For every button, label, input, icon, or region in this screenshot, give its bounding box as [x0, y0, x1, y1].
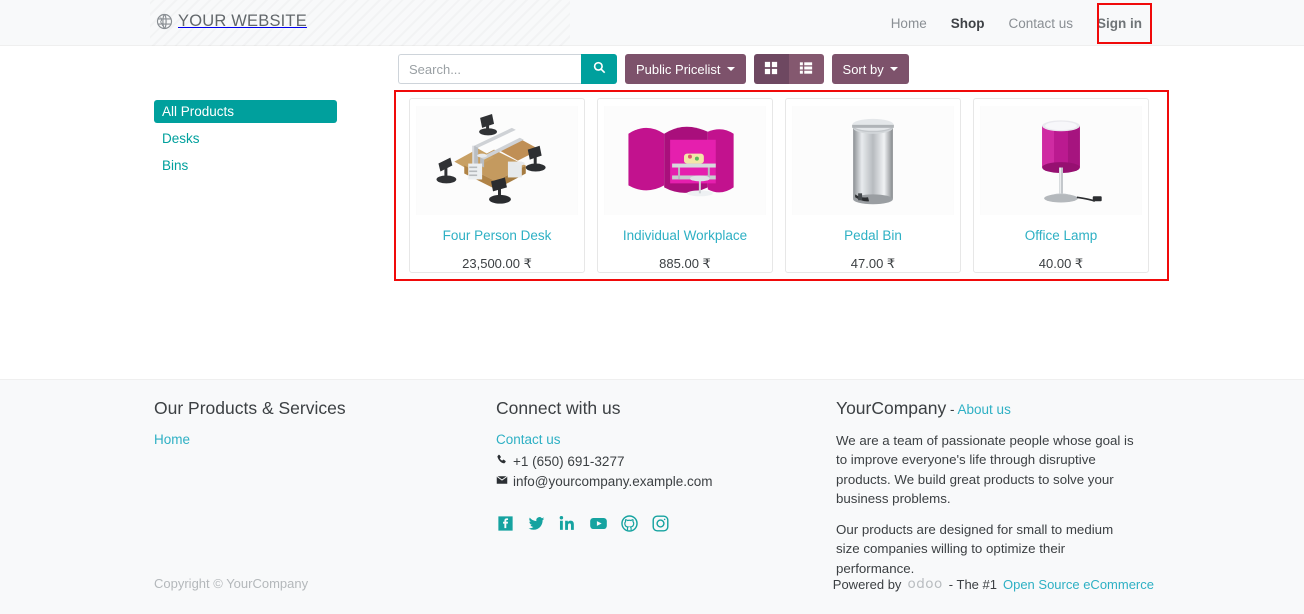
- footer-link-contact-us[interactable]: Contact us: [496, 432, 561, 447]
- twitter-icon[interactable]: [527, 514, 546, 533]
- footer-heading: Our Products & Services: [154, 398, 496, 419]
- company-name: YourCompany: [836, 398, 946, 418]
- phone-number: +1 (650) 691-3277: [513, 454, 624, 469]
- company-heading-row: YourCompany - About us: [836, 398, 1154, 419]
- instagram-icon[interactable]: [651, 514, 670, 533]
- pricelist-dropdown-button[interactable]: Public Pricelist: [625, 54, 746, 84]
- product-price: 23,500.00 ₹: [462, 256, 532, 272]
- product-name[interactable]: Office Lamp: [1025, 229, 1098, 244]
- powered-by-middle: - The #1: [949, 577, 997, 592]
- product-card[interactable]: Office Lamp 40.00 ₹: [973, 98, 1149, 273]
- search-form: [398, 54, 617, 84]
- phone-icon: [496, 454, 508, 469]
- category-sidebar: All Products Desks Bins: [154, 100, 337, 181]
- youtube-icon[interactable]: [589, 514, 608, 533]
- facebook-icon[interactable]: [496, 514, 515, 533]
- nav-item-sign-in[interactable]: Sign in: [1085, 10, 1154, 37]
- search-submit-button[interactable]: [581, 54, 617, 84]
- globe-icon: [156, 13, 173, 30]
- footer-phone: +1 (650) 691-3277: [496, 454, 836, 469]
- brand-name: YOUR WEBSITE: [178, 12, 307, 31]
- nav-item-contact-us[interactable]: Contact us: [996, 10, 1085, 37]
- open-source-ecommerce-link[interactable]: Open Source eCommerce: [1003, 577, 1154, 592]
- product-name[interactable]: Individual Workplace: [623, 229, 747, 244]
- company-dash: -: [946, 402, 957, 417]
- odoo-logo: odoo: [907, 576, 942, 592]
- footer-link-about-us[interactable]: About us: [958, 402, 1011, 417]
- product-price: 885.00 ₹: [659, 256, 711, 272]
- sort-by-label: Sort by: [843, 62, 884, 77]
- linkedin-icon[interactable]: [558, 514, 577, 533]
- chevron-down-icon: [727, 67, 735, 71]
- individual-workplace-image: [604, 106, 766, 215]
- product-price: 47.00 ₹: [851, 256, 895, 272]
- view-mode-toggle-group: [754, 54, 824, 84]
- search-input[interactable]: [398, 54, 581, 84]
- nav-item-shop[interactable]: Shop: [939, 10, 997, 37]
- envelope-icon: [496, 474, 508, 489]
- social-links: [496, 514, 836, 533]
- brand-logo[interactable]: YOUR WEBSITE: [156, 12, 307, 31]
- site-header: YOUR WEBSITE Home Shop Contact us Sign i…: [0, 0, 1304, 46]
- page-root: YOUR WEBSITE Home Shop Contact us Sign i…: [0, 0, 1304, 614]
- copyright-text: Copyright © YourCompany: [154, 576, 308, 591]
- list-view-button[interactable]: [789, 54, 824, 84]
- product-name[interactable]: Pedal Bin: [844, 229, 902, 244]
- powered-by: Powered by odoo - The #1 Open Source eCo…: [833, 576, 1154, 592]
- grid-view-button[interactable]: [754, 54, 789, 84]
- footer-columns: Our Products & Services Home Connect wit…: [154, 398, 1154, 578]
- footer-heading: Connect with us: [496, 398, 836, 419]
- product-name[interactable]: Four Person Desk: [443, 229, 552, 244]
- product-card[interactable]: Pedal Bin 47.00 ₹: [785, 98, 961, 273]
- footer-column-products-services: Our Products & Services Home: [154, 398, 496, 578]
- product-card[interactable]: Four Person Desk 23,500.00 ₹: [409, 98, 585, 273]
- footer-email: info@yourcompany.example.com: [496, 474, 836, 489]
- company-paragraph-1: We are a team of passionate people whose…: [836, 431, 1136, 508]
- main-navigation: Home Shop Contact us Sign in: [879, 0, 1154, 46]
- footer-link-home[interactable]: Home: [154, 432, 190, 447]
- product-grid: Four Person Desk 23,500.00 ₹: [409, 98, 1149, 273]
- office-lamp-image: [980, 106, 1142, 215]
- product-price: 40.00 ₹: [1039, 256, 1083, 272]
- email-address: info@yourcompany.example.com: [513, 474, 713, 489]
- powered-by-prefix: Powered by: [833, 577, 902, 592]
- sidebar-item-all-products[interactable]: All Products: [154, 100, 337, 123]
- footer-column-connect: Connect with us Contact us +1 (650) 691-…: [496, 398, 836, 578]
- pricelist-label: Public Pricelist: [636, 62, 721, 77]
- chevron-down-icon: [890, 67, 898, 71]
- company-paragraph-2: Our products are designed for small to m…: [836, 520, 1136, 578]
- pedal-bin-image: [792, 106, 954, 215]
- footer-column-company: YourCompany - About us We are a team of …: [836, 398, 1154, 578]
- list-view-icon: [799, 61, 813, 78]
- github-icon[interactable]: [620, 514, 639, 533]
- sort-by-dropdown-button[interactable]: Sort by: [832, 54, 909, 84]
- grid-view-icon: [764, 61, 778, 78]
- magnifier-icon: [593, 61, 606, 77]
- shop-toolbar: Public Pricelist: [398, 54, 909, 84]
- sidebar-item-desks[interactable]: Desks: [154, 127, 337, 150]
- site-footer: Our Products & Services Home Connect wit…: [0, 379, 1304, 614]
- nav-item-home[interactable]: Home: [879, 10, 939, 37]
- four-person-desk-image: [416, 106, 578, 215]
- sidebar-item-bins[interactable]: Bins: [154, 154, 337, 177]
- product-card[interactable]: Individual Workplace 885.00 ₹: [597, 98, 773, 273]
